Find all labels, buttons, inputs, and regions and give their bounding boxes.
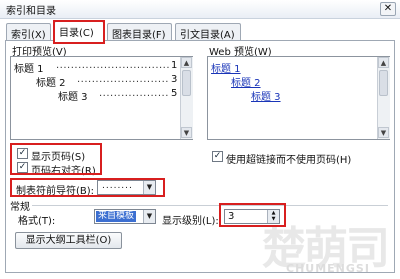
print-heading-3: 标题 3 <box>58 92 88 103</box>
web-link-heading-2[interactable]: 标题 2 <box>231 74 261 89</box>
scroll-up-icon[interactable]: ▲ <box>181 57 192 68</box>
scroll-down-icon[interactable]: ▼ <box>181 127 192 138</box>
tab-index[interactable]: 索引(X) <box>6 23 51 41</box>
formats-select[interactable]: 来自模板 ▼ <box>94 209 156 224</box>
web-preview-box: 标题 1 标题 2 标题 3 ▲ ▼ <box>207 56 390 140</box>
scroll-thumb[interactable] <box>379 70 388 96</box>
scroll-up-icon[interactable]: ▲ <box>378 57 389 68</box>
title-bar: 索引和目录 ✕ <box>0 0 400 19</box>
window-title: 索引和目录 <box>6 6 56 17</box>
web-preview-scrollbar[interactable]: ▲ ▼ <box>377 57 390 139</box>
print-leader-2: ........................................… <box>77 74 169 85</box>
print-page-2: 3 <box>171 74 178 85</box>
print-leader-1: ........................................… <box>56 60 169 71</box>
show-outline-toolbar-button[interactable]: 显示大纲工具栏(O) <box>15 232 122 249</box>
print-heading-1: 标题 1 <box>14 60 44 75</box>
print-preview-box: 标题 1 ...................................… <box>10 56 193 140</box>
general-group-label: 常规 <box>8 198 32 213</box>
tab-leader-highlight <box>10 178 165 197</box>
use-hyperlinks-checkbox[interactable]: ✓ <box>212 151 223 162</box>
print-preview-scrollbar[interactable]: ▲ ▼ <box>180 57 193 139</box>
print-leader-3: ........................................… <box>99 88 169 99</box>
print-page-1: 1 <box>171 60 178 71</box>
print-heading-2: 标题 2 <box>36 78 66 89</box>
levels-highlight <box>219 203 286 227</box>
chevron-down-icon[interactable]: ▼ <box>143 210 155 223</box>
scroll-thumb[interactable] <box>182 70 191 96</box>
levels-label: 显示级别(L): <box>162 216 219 227</box>
watermark-text: CHUMENGSI <box>286 262 370 275</box>
tab-figures[interactable]: 图表目录(F) <box>107 23 172 41</box>
print-page-3: 5 <box>171 88 178 99</box>
formats-label: 格式(T): <box>18 216 56 227</box>
formats-value: 来自模板 <box>96 211 137 222</box>
web-link-heading-1[interactable]: 标题 1 <box>211 60 241 75</box>
scroll-down-icon[interactable]: ▼ <box>378 127 389 138</box>
general-group-divider <box>32 205 388 206</box>
web-link-heading-3[interactable]: 标题 3 <box>251 88 281 103</box>
tab-citations[interactable]: 引文目录(A) <box>175 23 241 41</box>
tab-highlight <box>53 20 105 44</box>
close-button[interactable]: ✕ <box>380 2 396 16</box>
page-number-options-highlight <box>10 143 102 175</box>
use-hyperlinks-label: 使用超链接而不使用页码(H) <box>226 155 352 166</box>
